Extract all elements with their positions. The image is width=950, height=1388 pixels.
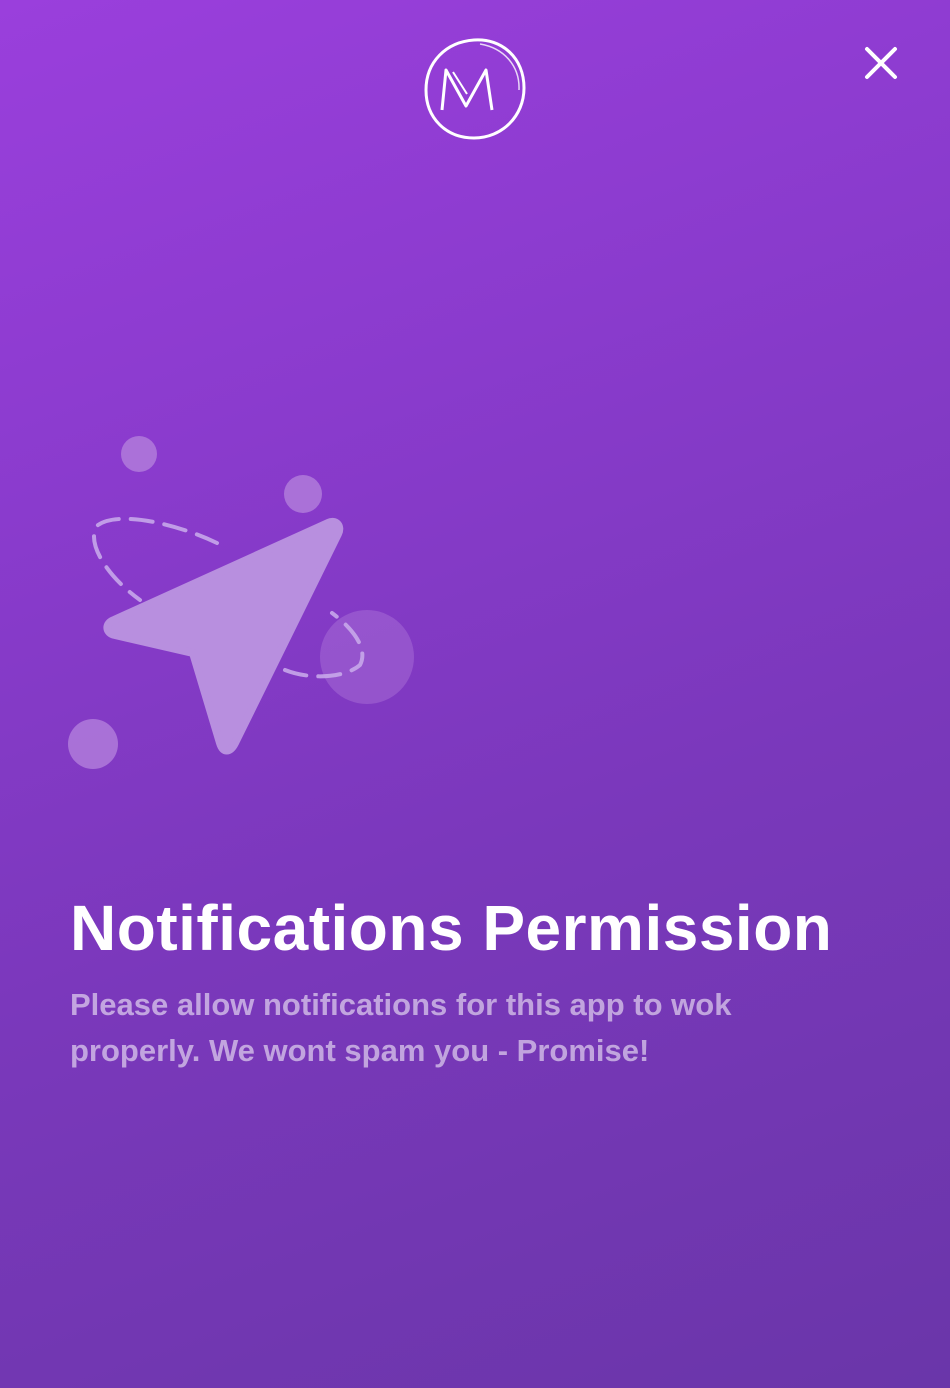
monogram-m-logo-icon bbox=[420, 36, 528, 142]
decor-dot-right bbox=[284, 475, 322, 513]
paper-plane-icon bbox=[103, 517, 344, 755]
close-button[interactable] bbox=[856, 38, 906, 88]
decor-dot-bottom bbox=[68, 719, 118, 769]
close-icon bbox=[865, 47, 897, 79]
page-description: Please allow notifications for this app … bbox=[70, 987, 732, 1068]
decor-dot-large bbox=[320, 610, 414, 704]
decor-dot-top bbox=[121, 436, 157, 472]
page-title: Notifications Permission bbox=[70, 892, 833, 964]
illustration bbox=[60, 425, 430, 780]
